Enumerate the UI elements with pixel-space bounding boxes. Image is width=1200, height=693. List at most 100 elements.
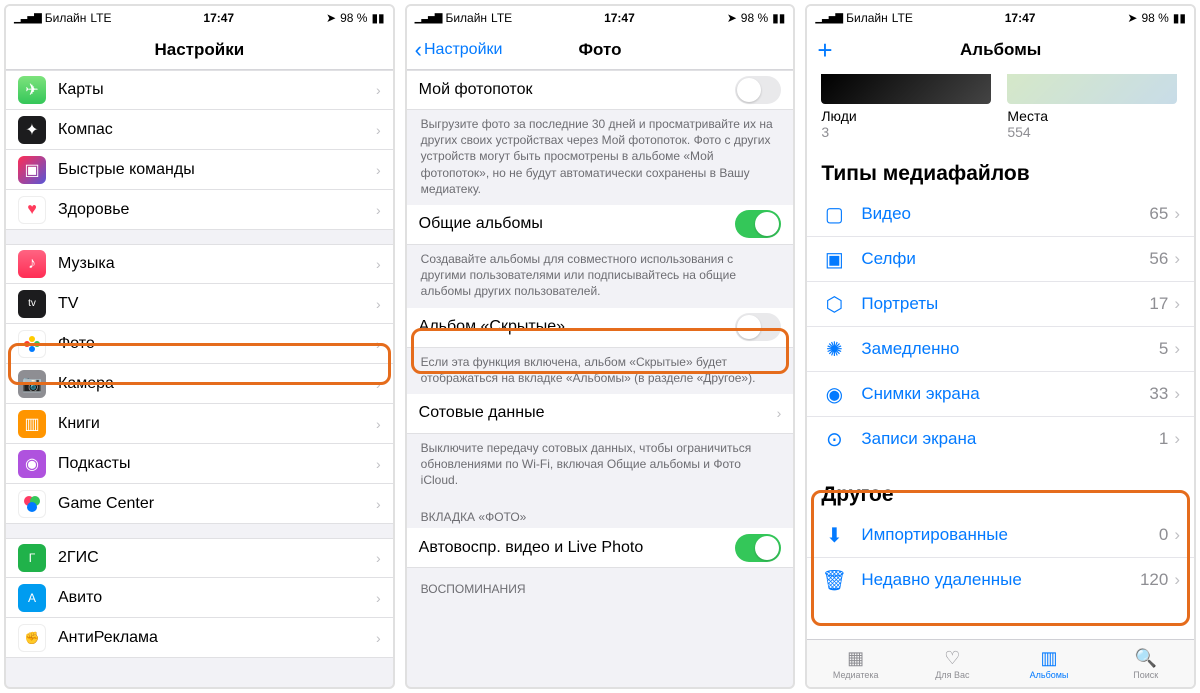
chevron-right-icon: ›: [376, 162, 381, 178]
settings-row-maps[interactable]: ✈ Карты ›: [6, 70, 393, 110]
chevron-right-icon: ›: [376, 550, 381, 566]
adblock-icon: ✊: [18, 624, 46, 652]
screenshot-icon: ◉: [821, 381, 847, 407]
settings-row-health[interactable]: ♥Здоровье›: [6, 190, 393, 230]
carrier-label: Билайн: [846, 11, 888, 25]
media-label: Недавно удаленные: [861, 570, 1021, 590]
settings-row-label: Подкасты: [58, 455, 130, 473]
nav-bar: + Альбомы: [807, 30, 1194, 70]
settings-row-camera[interactable]: 📷Камера›: [6, 364, 393, 404]
hidden-album-row[interactable]: Альбом «Скрытые»: [407, 308, 794, 348]
chevron-right-icon: ›: [1174, 294, 1180, 314]
media-type-screenrec[interactable]: ⊙Записи экрана1›: [807, 417, 1194, 461]
battery-icon: ▮▮: [1173, 11, 1186, 25]
settings-row-gamecenter[interactable]: Game Center›: [6, 484, 393, 524]
status-bar: ▁▃▅▇БилайнLTE 17:47 ➤98 %▮▮: [807, 6, 1194, 30]
settings-row-music[interactable]: ♪Музыка›: [6, 244, 393, 284]
setting-label: Альбом «Скрытые»: [419, 318, 565, 336]
nav-bar: ‹Настройки Фото: [407, 30, 794, 70]
other-recently-deleted[interactable]: 🗑Недавно удаленные120›: [807, 558, 1194, 602]
portrait-icon: ⬡: [821, 291, 847, 317]
media-label: Импортированные: [861, 525, 1008, 545]
health-icon: ♥: [18, 196, 46, 224]
chevron-right-icon: ›: [376, 122, 381, 138]
chevron-right-icon: ›: [1174, 525, 1180, 545]
media-type-selfie[interactable]: ▣Селфи56›: [807, 237, 1194, 282]
album-count: 3: [821, 124, 991, 140]
chevron-right-icon: ›: [1174, 384, 1180, 404]
signal-icon: ▁▃▅▇: [815, 13, 842, 24]
search-icon: 🔍: [1134, 648, 1156, 668]
photostream-row[interactable]: Мой фотопоток: [407, 70, 794, 110]
setting-label: Сотовые данные: [419, 404, 545, 422]
battery-label: 98 %: [1141, 11, 1168, 25]
hidden-album-toggle[interactable]: [735, 313, 781, 341]
media-type-slomo[interactable]: ✺Замедленно5›: [807, 327, 1194, 372]
back-button[interactable]: ‹Настройки: [415, 37, 503, 63]
chevron-right-icon: ›: [376, 296, 381, 312]
tab-foryou[interactable]: ♡Для Вас: [904, 640, 1001, 687]
chevron-right-icon: ›: [376, 256, 381, 272]
settings-row-label: Фото: [58, 335, 95, 353]
photos-settings-list[interactable]: Мой фотопоток Выгрузите фото за последни…: [407, 70, 794, 687]
cellular-data-row[interactable]: Сотовые данные›: [407, 394, 794, 434]
2gis-icon: Г: [18, 544, 46, 572]
tab-search[interactable]: 🔍Поиск: [1097, 640, 1194, 687]
add-album-button[interactable]: +: [817, 35, 832, 66]
maps-icon: ✈: [18, 76, 46, 104]
tab-library[interactable]: ▦Медиатека: [807, 640, 904, 687]
status-bar: ▁▃▅▇БилайнLTE 17:47 ➤98 %▮▮: [407, 6, 794, 30]
media-label: Селфи: [861, 249, 916, 269]
album-thumb-image: [1007, 74, 1177, 104]
settings-row-compass[interactable]: ✦Компас›: [6, 110, 393, 150]
location-icon: ➤: [727, 11, 737, 25]
media-type-video[interactable]: ▢Видео65›: [807, 192, 1194, 237]
album-thumb-image: [821, 74, 991, 104]
settings-row-shortcuts[interactable]: ▣Быстрые команды›: [6, 150, 393, 190]
media-count: 65: [1149, 204, 1168, 224]
settings-row-podcasts[interactable]: ◉ Подкасты ›: [6, 444, 393, 484]
settings-row-2gis[interactable]: Г2ГИС›: [6, 538, 393, 578]
media-count: 56: [1149, 249, 1168, 269]
music-icon: ♪: [18, 250, 46, 278]
media-count: 17: [1149, 294, 1168, 314]
media-count: 33: [1149, 384, 1168, 404]
album-people[interactable]: Люди 3: [821, 74, 991, 140]
settings-list[interactable]: ✈ Карты › ✦Компас› ▣Быстрые команды› ♥Здор…: [6, 70, 393, 687]
back-label: Настройки: [424, 41, 502, 59]
slomo-icon: ✺: [821, 336, 847, 362]
chevron-right-icon: ›: [376, 82, 381, 98]
tab-label: Для Вас: [935, 670, 969, 680]
settings-row-antireklama[interactable]: ✊АнтиРеклама›: [6, 618, 393, 658]
location-icon: ➤: [326, 11, 336, 25]
shared-albums-toggle[interactable]: [735, 210, 781, 238]
chevron-right-icon: ›: [376, 336, 381, 352]
album-places[interactable]: Места 554: [1007, 74, 1177, 140]
trash-icon: 🗑: [821, 567, 847, 593]
chevron-right-icon: ›: [376, 456, 381, 472]
settings-row-label: Карты: [58, 81, 104, 99]
cellular-description: Выключите передачу сотовых данных, чтобы…: [407, 434, 794, 497]
photostream-description: Выгрузите фото за последние 30 дней и пр…: [407, 110, 794, 205]
settings-row-avito[interactable]: AАвито›: [6, 578, 393, 618]
media-label: Записи экрана: [861, 429, 976, 449]
media-type-screenshot[interactable]: ◉Снимки экрана33›: [807, 372, 1194, 417]
settings-row-photos[interactable]: Фото ›: [6, 324, 393, 364]
autoplay-row[interactable]: Автовоспр. видео и Live Photo: [407, 528, 794, 568]
shared-albums-row[interactable]: Общие альбомы: [407, 205, 794, 245]
podcasts-icon: ◉: [18, 450, 46, 478]
settings-row-books[interactable]: ▥Книги›: [6, 404, 393, 444]
media-count: 120: [1140, 570, 1168, 590]
album-label: Люди: [821, 108, 991, 124]
chevron-right-icon: ›: [376, 202, 381, 218]
autoplay-toggle[interactable]: [735, 534, 781, 562]
photostream-toggle[interactable]: [735, 76, 781, 104]
settings-row-tv[interactable]: tvTV›: [6, 284, 393, 324]
albums-content[interactable]: Люди 3 Места 554 Типы медиафайлов ▢Видео…: [807, 70, 1194, 639]
tab-albums[interactable]: ▥Альбомы: [1001, 640, 1098, 687]
other-imported[interactable]: ⬇Импортированные0›: [807, 513, 1194, 558]
network-label: LTE: [90, 11, 111, 25]
setting-label: Автовоспр. видео и Live Photo: [419, 539, 644, 557]
section-header-phototab: ВКЛАДКА «ФОТО»: [407, 496, 794, 528]
media-type-portrait[interactable]: ⬡Портреты17›: [807, 282, 1194, 327]
